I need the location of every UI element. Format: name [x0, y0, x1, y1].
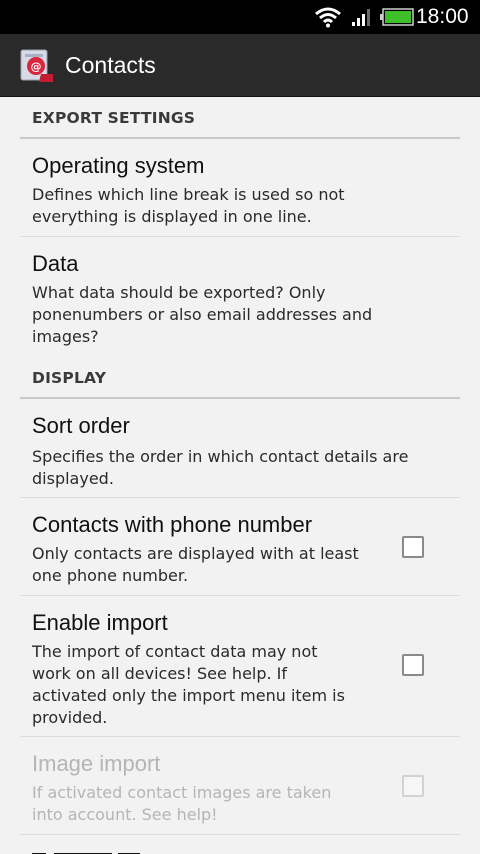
section-header-export-settings: EXPORT SETTINGS [20, 97, 460, 139]
summary-line: Specifies the order in which contact det… [32, 447, 409, 466]
preferences-list[interactable]: EXPORT SETTINGS Operating system Defines… [0, 97, 480, 854]
pref-summary: Specifies the order in which contact det… [32, 446, 408, 490]
pref-data[interactable]: Data What data should be exported? Only … [20, 237, 460, 357]
pref-title: Sort order [32, 413, 130, 438]
status-bar: 18:00 [0, 0, 480, 34]
pref-sort-order[interactable]: Sort order Specifies the order in which … [20, 399, 460, 498]
image-import-checkbox [402, 775, 424, 797]
battery-icon [380, 8, 414, 26]
pref-title: Image import [32, 751, 161, 776]
pref-contacts-with-phone-number[interactable]: Contacts with phone number Only contacts… [20, 498, 460, 596]
pref-summary: What data should be exported? Only ponen… [32, 282, 372, 348]
summary-line: work on all devices! See help. If [32, 664, 288, 683]
pref-summary: Only contacts are displayed with at leas… [32, 543, 359, 587]
summary-line: The import of contact data may not [32, 642, 318, 661]
pref-summary: The import of contact data may not work … [32, 641, 345, 729]
section-header-display: DISPLAY [20, 357, 460, 399]
pref-title: Contacts with phone number [32, 512, 313, 537]
section-header-label: EXPORT SETTINGS [32, 109, 196, 127]
summary-line: What data should be exported? Only [32, 283, 326, 302]
phone-number-checkbox[interactable] [402, 536, 424, 558]
pref-summary: Defines which line break is used so not … [32, 184, 345, 228]
summary-line: ponenumbers or also email addresses and [32, 305, 373, 324]
page-title: Contacts [65, 52, 156, 78]
summary-line: Defines which line break is used so not [32, 185, 345, 204]
truncated-title-glyphs [32, 853, 140, 854]
pref-enable-import[interactable]: Enable import The import of contact data… [20, 596, 460, 737]
wifi-icon [315, 7, 341, 28]
pref-title: Operating system [32, 153, 205, 178]
pref-title: Data [32, 251, 79, 276]
enable-import-checkbox[interactable] [402, 654, 424, 676]
summary-line: If activated contact images are taken [32, 783, 332, 802]
summary-line: images? [32, 327, 99, 346]
summary-line: provided. [32, 708, 108, 727]
pref-operating-system[interactable]: Operating system Defines which line brea… [20, 139, 460, 237]
summary-line: one phone number. [32, 566, 189, 585]
pref-title: Enable import [32, 610, 168, 635]
section-header-label: DISPLAY [32, 369, 107, 387]
signal-icon [352, 9, 370, 26]
pref-summary: If activated contact images are taken in… [32, 782, 331, 826]
summary-line: Only contacts are displayed with at leas… [32, 544, 359, 563]
contacts-app-icon[interactable]: @ [19, 48, 55, 84]
svg-text:@: @ [31, 60, 42, 73]
summary-line: into account. See help! [32, 805, 218, 824]
action-bar: @ Contacts [0, 34, 480, 97]
summary-line: displayed. [32, 469, 114, 488]
clock-time: 18:00 [416, 5, 469, 28]
pref-image-import: Image import If activated contact images… [20, 737, 460, 835]
pref-next-item-partial[interactable] [20, 835, 460, 854]
summary-line: activated only the import menu item is [32, 686, 345, 705]
summary-line: everything is displayed in one line. [32, 207, 312, 226]
